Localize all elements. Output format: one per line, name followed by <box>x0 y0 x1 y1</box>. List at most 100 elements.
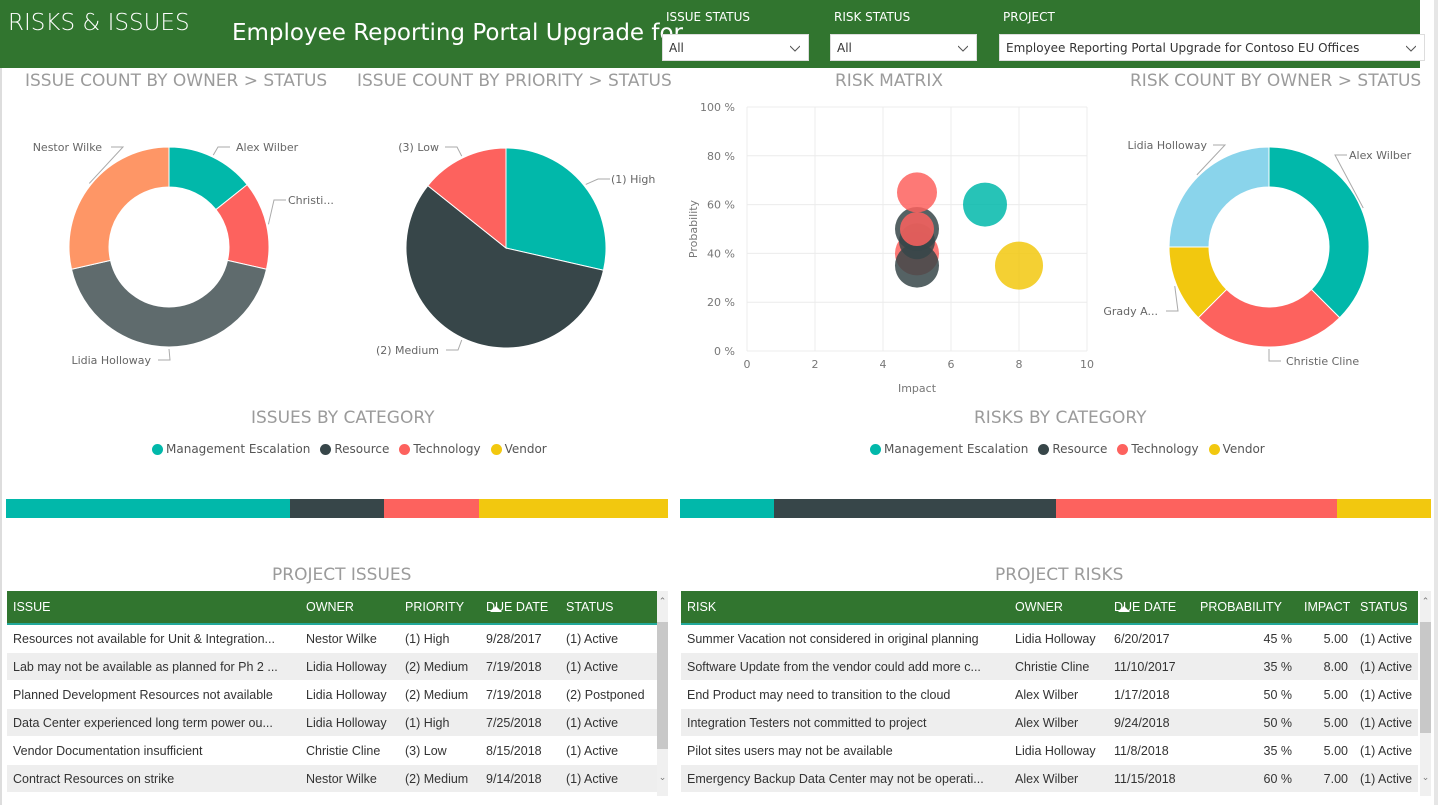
table-row[interactable]: Contract Resources on strike Nestor Wilke… <box>7 765 657 793</box>
category-bar-segment[interactable] <box>478 499 668 518</box>
table-row[interactable]: Emergency Backup Data Center may not be … <box>681 765 1418 793</box>
table-cell: (1) Active <box>1360 687 1413 702</box>
x-tick-label: 6 <box>948 358 955 371</box>
risk-status-label: RISK STATUS <box>834 10 911 24</box>
table-row[interactable]: End Product may need to transition to th… <box>681 681 1418 709</box>
table-cell: 9/24/2018 <box>1114 715 1170 730</box>
slice-label: Nestor Wilke <box>33 141 103 154</box>
category-bar-segment[interactable] <box>289 499 385 518</box>
table-cell: (1) Active <box>1360 743 1413 758</box>
pie-slice[interactable] <box>70 259 268 348</box>
issues-category-bar[interactable] <box>6 499 668 518</box>
table-cell: (1) Active <box>566 631 619 646</box>
column-header[interactable]: PROBABILITY <box>1194 600 1298 614</box>
table-cell: Nestor Wilke <box>306 631 377 646</box>
table-row[interactable]: Integration Testers not committed to pro… <box>681 709 1418 737</box>
table-row[interactable]: Planned Development Resources not availa… <box>7 681 657 709</box>
slice-label: (1) High <box>611 173 655 186</box>
column-header[interactable]: IMPACT <box>1298 600 1354 614</box>
leader-line <box>445 146 463 157</box>
table-cell: (1) High <box>405 631 450 646</box>
project-dropdown[interactable]: Employee Reporting Portal Upgrade for Co… <box>999 34 1425 61</box>
table-header: ISSUE OWNER PRIORITY DUE DATE STATUS <box>7 591 657 625</box>
column-header[interactable]: STATUS <box>560 600 657 614</box>
risk-bubble[interactable] <box>900 212 934 246</box>
column-header[interactable]: OWNER <box>300 600 399 614</box>
risk-matrix-bubble-chart[interactable]: 0 2 4 6 8 100 %20 %40 %60 %80 %100 %ImpactPro… <box>670 90 1100 400</box>
scroll-up-icon[interactable]: ⌃ <box>657 595 668 607</box>
table-row[interactable]: Summer Vacation not considered in origin… <box>681 625 1418 653</box>
table-row[interactable]: Data Center experienced long term power … <box>7 709 657 737</box>
category-bar-segment[interactable] <box>1055 499 1338 518</box>
legend-item[interactable]: Management Escalation <box>152 442 310 456</box>
pie-slice[interactable] <box>1197 288 1341 348</box>
column-header[interactable]: DUE DATE <box>1108 600 1194 614</box>
scroll-up-icon[interactable]: ⌃ <box>1420 595 1431 607</box>
category-bar-segment[interactable] <box>680 499 774 518</box>
slice-label: Alex Wilber <box>1349 149 1412 162</box>
column-header[interactable]: PRIORITY <box>399 600 480 614</box>
pie-slice[interactable] <box>1268 146 1370 319</box>
scroll-down-icon[interactable]: ⌄ <box>657 771 668 783</box>
table-row[interactable]: Pilot sites users may not be available Li… <box>681 737 1418 765</box>
legend-item[interactable]: Resource <box>1038 442 1107 456</box>
table-row[interactable]: Resources not available for Unit & Integ… <box>7 625 657 653</box>
table-row[interactable]: Lab may not be available as planned for … <box>7 653 657 681</box>
column-header[interactable]: ISSUE <box>7 600 300 614</box>
legend-item[interactable]: Vendor <box>490 442 547 456</box>
legend-dot-icon <box>1208 443 1220 455</box>
scroll-down-icon[interactable]: ⌄ <box>1420 771 1431 783</box>
risks-category-bar[interactable] <box>680 499 1431 518</box>
table-cell: Nestor Wilke <box>306 771 377 786</box>
risk-bubble[interactable] <box>995 241 1043 290</box>
issue-owner-donut-chart[interactable]: Alex Wilber Christi... Lidia Holloway Nesto… <box>0 100 340 380</box>
column-header-label: PRIORITY <box>405 600 465 614</box>
legend-item[interactable]: Resource <box>320 442 389 456</box>
risk-matrix-title: RISK MATRIX <box>835 71 944 91</box>
legend-item[interactable]: Technology <box>1117 442 1199 456</box>
legend-label: Resource <box>334 442 390 456</box>
risks-table-scrollbar[interactable]: ⌃ ⌄ <box>1420 591 1431 796</box>
table-row[interactable]: Software Update from the vendor could ad… <box>681 653 1418 681</box>
category-bar-segment[interactable] <box>1337 499 1431 518</box>
table-cell: Lidia Holloway <box>1015 631 1096 646</box>
pie-slice[interactable] <box>1168 146 1270 248</box>
table-cell: 9/28/2017 <box>486 631 542 646</box>
table-row[interactable]: Vendor Documentation insufficient Christi… <box>7 737 657 765</box>
table-cell: (2) Medium <box>405 771 469 786</box>
scrollbar-thumb[interactable] <box>1420 622 1431 733</box>
pie-slice[interactable] <box>68 146 170 270</box>
slice-label: Alex Wilber <box>236 141 299 154</box>
category-bar-segment[interactable] <box>384 499 479 518</box>
table-cell: Data Center experienced long term power … <box>13 715 273 730</box>
legend-item[interactable]: Technology <box>399 442 481 456</box>
legend-item[interactable]: Vendor <box>1208 442 1265 456</box>
column-header[interactable]: RISK <box>681 600 1009 614</box>
table-cell: (1) Active <box>566 743 619 758</box>
column-header-label: OWNER <box>1015 600 1063 614</box>
risk-bubble[interactable] <box>963 182 1007 227</box>
issues-table-scrollbar[interactable]: ⌃ ⌄ <box>657 591 668 796</box>
table-cell: (1) Active <box>566 771 619 786</box>
table-cell: 11/15/2018 <box>1114 771 1176 786</box>
category-bar-segment[interactable] <box>6 499 290 518</box>
legend-item[interactable]: Management Escalation <box>870 442 1028 456</box>
column-header[interactable]: OWNER <box>1009 600 1108 614</box>
table-cell: (1) Active <box>1360 715 1413 730</box>
table-cell: 6/20/2017 <box>1114 631 1170 646</box>
issue-priority-title: ISSUE COUNT BY PRIORITY > STATUS <box>357 71 672 91</box>
category-bar-segment[interactable] <box>773 499 1056 518</box>
column-header[interactable]: STATUS <box>1354 600 1418 614</box>
table-cell: Lidia Holloway <box>306 715 387 730</box>
table-cell: 8/15/2018 <box>486 743 542 758</box>
issue-priority-pie-chart[interactable]: (1) High (2) Medium (3) Low <box>340 100 670 380</box>
issue-status-dropdown[interactable]: All <box>662 34 809 61</box>
legend-dot-icon <box>490 443 502 455</box>
legend-dot-icon <box>870 443 881 455</box>
risk-status-dropdown[interactable]: All <box>830 34 977 61</box>
risk-bubble[interactable] <box>897 172 937 213</box>
column-header[interactable]: DUE DATE <box>480 600 560 614</box>
table-cell: Lab may not be available as planned for … <box>13 659 278 674</box>
risk-owner-donut-chart[interactable]: Alex Wilber Christie Cline Grady A... Lidia… <box>1095 100 1435 380</box>
scrollbar-thumb[interactable] <box>657 622 668 749</box>
